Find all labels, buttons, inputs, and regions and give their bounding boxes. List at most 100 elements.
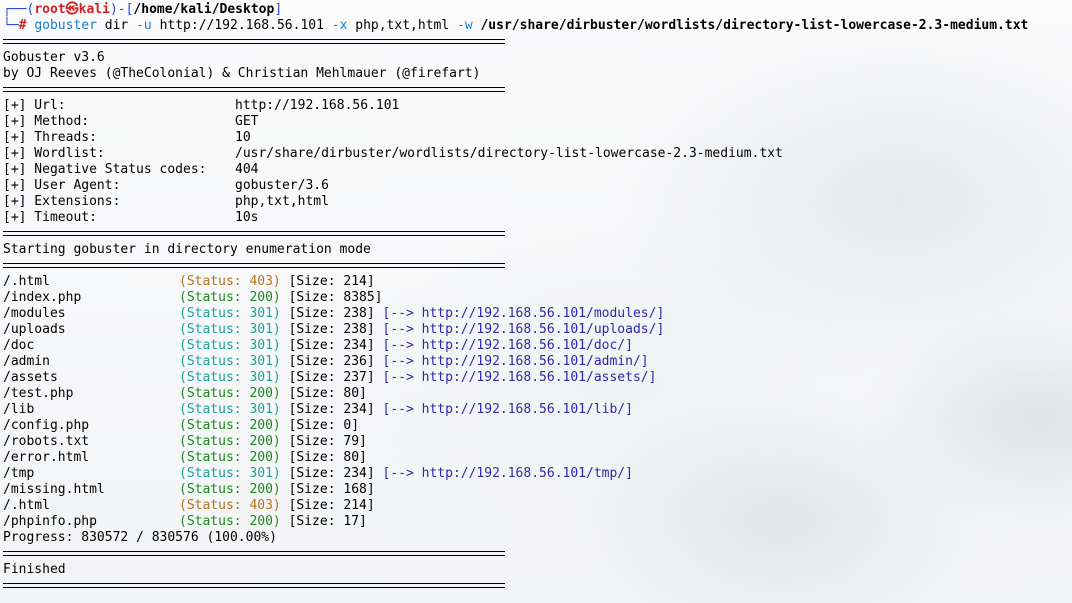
result-status: (Status: 301) (179, 322, 281, 337)
redirect-close: ] (640, 354, 649, 369)
result-size: [Size: 17] (288, 514, 367, 529)
config-row: [+] Method: GET (3, 114, 1072, 130)
result-status: (Status: 301) (179, 338, 281, 353)
result-size: [Size: 214] (288, 274, 375, 289)
redirect-link[interactable]: http://192.168.56.101/tmp/ (422, 466, 626, 481)
redirect-link[interactable]: http://192.168.56.101/lib/ (422, 402, 626, 417)
config-key: [+] Url: (3, 98, 66, 113)
result-path: /doc (3, 338, 35, 353)
config-row: [+] Extensions: php,txt,html (3, 194, 1072, 210)
result-path: /tmp (3, 466, 35, 481)
redirect-link[interactable]: http://192.168.56.101/admin/ (422, 354, 641, 369)
result-row: /index.php (Status: 200) [Size: 8385] (3, 290, 1072, 306)
result-path: /error.html (3, 450, 90, 465)
redirect-arrow: [--> (382, 306, 414, 321)
result-row: /error.html (Status: 200) [Size: 80] (3, 450, 1072, 466)
banner-authors: by OJ Reeves (@TheColonial) & Christian … (3, 66, 481, 81)
result-status: (Status: 403) (179, 274, 281, 289)
separator (3, 226, 1072, 242)
result-size: [Size: 236] (288, 354, 375, 369)
result-row: /phpinfo.php (Status: 200) [Size: 17] (3, 514, 1072, 530)
prompt-second: └─ (3, 18, 19, 33)
config-key: [+] Threads: (3, 130, 97, 145)
prompt-close: ] (274, 2, 283, 17)
result-status: (Status: 200) (179, 450, 281, 465)
redirect-close: ] (625, 466, 633, 481)
result-status: (Status: 301) (179, 370, 281, 385)
finished-text: Finished (3, 562, 66, 577)
config-row: [+] User Agent: gobuster/3.6 (3, 178, 1072, 194)
redirect-arrow: [--> (382, 466, 414, 481)
result-row: /tmp (Status: 301) [Size: 234] [--> http:… (3, 466, 1072, 482)
config-row: [+] Timeout: 10s (3, 210, 1072, 226)
result-row: /missing.html (Status: 200) [Size: 168] (3, 482, 1072, 498)
result-status: (Status: 301) (179, 306, 281, 321)
prompt-hash: # (18, 18, 27, 33)
result-row: /config.php (Status: 200) [Size: 0] (3, 418, 1072, 434)
config-row: [+] Threads: 10 (3, 130, 1072, 146)
command-wordlist: /usr/share/dirbuster/wordlists/directory… (480, 18, 1029, 33)
redirect-close: ] (625, 338, 633, 353)
config-key: [+] Negative Status codes: (3, 162, 207, 177)
result-status: (Status: 301) (179, 354, 281, 369)
config-row: [+] Wordlist: /usr/share/dirbuster/wordli… (3, 146, 1072, 162)
config-key: [+] Method: (3, 114, 90, 129)
result-path: /phpinfo.php (3, 514, 97, 529)
terminal-output: ┌──(root㉿kali)-[/home/kali/Desktop] └─# … (3, 2, 1072, 594)
redirect-close: ] (648, 370, 657, 385)
result-row: /robots.txt (Status: 200) [Size: 79] (3, 434, 1072, 450)
result-size: [Size: 234] (288, 338, 375, 353)
redirect-link[interactable]: http://192.168.56.101/doc/ (422, 338, 626, 353)
progress-text: Progress: 830572 / 830576 (100.00%) (3, 530, 277, 545)
redirect-link[interactable]: http://192.168.56.101/assets/ (422, 370, 649, 385)
command-flag-x: -x (331, 18, 348, 33)
result-size: [Size: 237] (288, 370, 375, 385)
result-size: [Size: 234] (288, 402, 375, 417)
config-value: http://192.168.56.101 (235, 98, 400, 113)
redirect-arrow: [--> (382, 322, 414, 337)
config-key: [+] Extensions: (3, 194, 121, 209)
redirect-close: ] (656, 322, 665, 337)
banner-version: Gobuster v3.6 (3, 50, 105, 65)
result-row: /.html (Status: 403) [Size: 214] (3, 274, 1072, 290)
config-key: [+] Timeout: (3, 210, 97, 225)
separator (3, 82, 1072, 98)
config-key: [+] User Agent: (3, 178, 121, 193)
command-tool: gobuster (34, 18, 97, 33)
result-size: [Size: 238] (288, 322, 375, 337)
result-status: (Status: 403) (179, 498, 281, 513)
result-path: /.html (3, 498, 50, 513)
result-row: /test.php (Status: 200) [Size: 80] (3, 386, 1072, 402)
result-status: (Status: 200) (179, 434, 281, 449)
result-size: [Size: 234] (288, 466, 375, 481)
result-path: /uploads (3, 322, 66, 337)
prompt-line-1: ┌──(root㉿kali)-[/home/kali/Desktop] (3, 2, 1072, 18)
redirect-arrow: [--> (382, 402, 414, 417)
redirect-arrow: [--> (382, 354, 414, 369)
redirect-link[interactable]: http://192.168.56.101/uploads/ (422, 322, 657, 337)
command-line[interactable]: └─# gobuster dir -u http://192.168.56.10… (3, 18, 1072, 34)
result-row: /modules (Status: 301) [Size: 238] [--> h… (3, 306, 1072, 322)
results-list: /.html (Status: 403) [Size: 214]/index.ph… (3, 274, 1072, 530)
config-value: 10 (235, 130, 251, 145)
result-size: [Size: 0] (288, 418, 360, 433)
config-list: [+] Url: http://192.168.56.101 [+] Method:… (3, 98, 1072, 226)
command-flag-u: -u (136, 18, 152, 33)
config-value: gobuster/3.6 (235, 178, 329, 193)
config-value: /usr/share/dirbuster/wordlists/directory… (235, 146, 783, 161)
config-row: [+] Negative Status codes: 404 (3, 162, 1072, 178)
separator (3, 258, 1072, 274)
result-path: /assets (3, 370, 58, 385)
redirect-close: ] (625, 402, 633, 417)
command-url: http://192.168.56.101 (159, 18, 324, 33)
result-status: (Status: 301) (179, 466, 281, 481)
command-flag-w: -w (457, 18, 473, 33)
command-sub: dir (104, 18, 129, 33)
result-path: /.html (3, 274, 50, 289)
prompt-mid: )-[ (109, 2, 134, 17)
result-size: [Size: 8385] (288, 290, 383, 305)
prompt-path: /home/kali/Desktop (133, 2, 275, 17)
redirect-link[interactable]: http://192.168.56.101/modules/ (422, 306, 657, 321)
result-status: (Status: 200) (179, 290, 281, 305)
result-path: /lib (3, 402, 35, 417)
